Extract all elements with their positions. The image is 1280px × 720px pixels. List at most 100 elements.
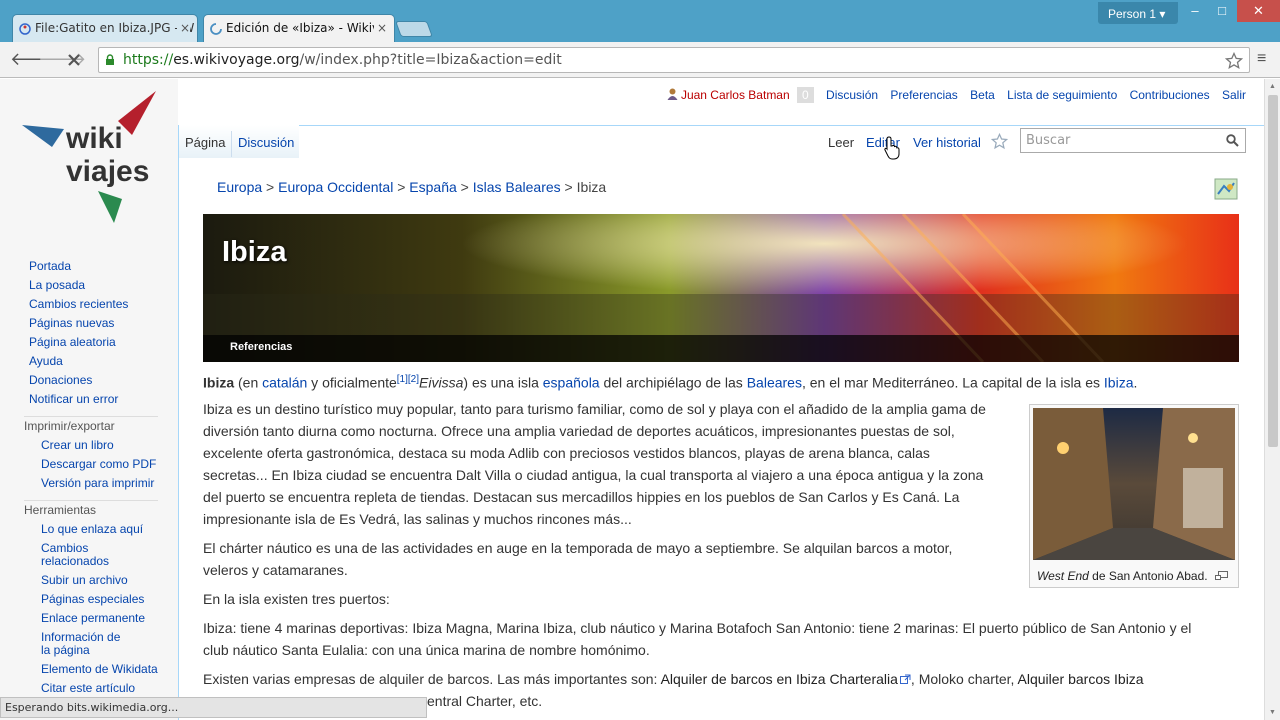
external-link-icon — [899, 674, 911, 684]
sidebar-item-paginas-nuevas[interactable]: Páginas nuevas — [0, 314, 178, 333]
breadcrumb: Europa > Europa Occidental > España > Is… — [217, 179, 607, 195]
sidebar-item-portada[interactable]: Portada — [0, 257, 178, 276]
link-charteralia[interactable]: Alquiler de barcos en Ibiza Charteralia — [661, 671, 898, 687]
sidebar-item-descargar-pdf[interactable]: Descargar como PDF — [0, 455, 178, 474]
banner-ref-bar: Referencias — [203, 335, 1239, 362]
tab-leer[interactable]: Leer — [828, 135, 854, 150]
search-icon[interactable] — [1226, 134, 1239, 147]
link-contribuciones[interactable]: Contribuciones — [1130, 88, 1210, 102]
sidebar-item-crear-libro[interactable]: Crear un libro — [0, 436, 178, 455]
breadcrumb-espana[interactable]: España — [409, 179, 456, 195]
west-end-photo[interactable] — [1033, 408, 1235, 560]
web-page: wiki viajes Portada La posada Cambios re… — [0, 79, 1264, 720]
address-bar[interactable]: https://es.wikivoyage.org/w/index.php?ti… — [98, 47, 1250, 73]
profile-name: Person 1 — [1108, 7, 1157, 21]
paragraph-puertos: En la isla existen tres puertos: — [203, 591, 390, 607]
chrome-menu-icon[interactable]: ≡ — [1257, 50, 1266, 68]
sidebar-item-cambios-recientes[interactable]: Cambios recientes — [0, 295, 178, 314]
svg-text:wiki: wiki — [65, 122, 123, 155]
scroll-down-arrow-icon[interactable]: ▼ — [1269, 709, 1276, 716]
enlarge-icon[interactable] — [1214, 571, 1228, 580]
scrollbar-thumb[interactable] — [1268, 95, 1278, 447]
banner-title: Ibiza — [222, 236, 287, 268]
status-bubble: Esperando bits.wikimedia.org... — [0, 697, 427, 718]
logo-graphic: wiki viajes — [22, 91, 156, 223]
tab-ver-historial[interactable]: Ver historial — [913, 135, 981, 150]
close-window-button[interactable]: ✕ — [1237, 0, 1280, 22]
sidebar: wiki viajes Portada La posada Cambios re… — [0, 79, 178, 720]
breadcrumb-europa[interactable]: Europa — [217, 179, 262, 195]
tab-separator — [231, 131, 232, 157]
profile-button[interactable]: Person 1 ▾ — [1098, 2, 1178, 24]
intro-paragraph: Ibiza (en catalán y oficialmente[1][2]Ei… — [203, 374, 1138, 391]
browser-titlebar: File:Gatito en Ibiza.JPG - W × Edición d… — [0, 0, 1280, 42]
wikimedia-favicon-icon — [19, 23, 31, 35]
link-beta[interactable]: Beta — [970, 88, 995, 102]
svg-text:viajes: viajes — [66, 155, 149, 188]
search-placeholder: Buscar — [1026, 133, 1071, 148]
tab-close-icon[interactable]: × — [373, 21, 387, 35]
page-banner: Ibiza Referencias — [203, 214, 1239, 362]
breadcrumb-europa-occidental[interactable]: Europa Occidental — [278, 179, 393, 195]
sidebar-item-citar-articulo[interactable]: Citar este artículo — [0, 679, 178, 698]
banner-referencias[interactable]: Referencias — [230, 341, 292, 353]
tab-gatito[interactable]: File:Gatito en Ibiza.JPG - W × — [12, 14, 198, 42]
wikiviajes-logo[interactable]: wiki viajes — [22, 91, 162, 231]
link-baleares[interactable]: Baleares — [747, 375, 802, 391]
maximize-button[interactable]: □ — [1210, 0, 1234, 22]
notifications-badge[interactable]: 0 — [797, 87, 814, 103]
sidebar-item-ayuda[interactable]: Ayuda — [0, 352, 178, 371]
page-scrollbar[interactable]: ▲ ▼ — [1264, 79, 1280, 720]
sidebar-item-wikidata[interactable]: Elemento de Wikidata — [0, 660, 178, 679]
sidebar-item-paginas-especiales[interactable]: Páginas especiales — [0, 590, 178, 609]
paragraph-charter: El chárter náutico es una de las activid… — [203, 540, 953, 578]
minimize-button[interactable]: – — [1184, 0, 1206, 22]
sidebar-item-version-imprimir[interactable]: Versión para imprimir — [0, 474, 178, 493]
stop-loading-icon[interactable] — [66, 52, 82, 68]
user-icon — [667, 88, 678, 100]
bookmark-star-icon[interactable] — [1225, 52, 1243, 70]
sidebar-item-cambios-relacionados[interactable]: Cambios relacionados — [0, 539, 140, 571]
tab-edicion-ibiza[interactable]: Edición de «Ibiza» - Wikivi × — [203, 14, 395, 42]
link-catalan[interactable]: catalán — [262, 375, 307, 391]
link-lista-seguimiento[interactable]: Lista de seguimiento — [1007, 88, 1117, 102]
tab-close-icon[interactable]: × — [176, 21, 190, 35]
breadcrumb-current: Ibiza — [576, 179, 607, 195]
loading-spinner-icon — [210, 23, 222, 35]
breadcrumb-islas-baleares[interactable]: Islas Baleares — [473, 179, 561, 195]
link-ibiza[interactable]: Ibiza — [1104, 375, 1134, 391]
sidebar-item-subir-archivo[interactable]: Subir un archivo — [0, 571, 178, 590]
sidebar-item-enlace-permanente[interactable]: Enlace permanente — [0, 609, 178, 628]
image-thumbnail: West End de San Antonio Abad. — [1029, 404, 1239, 588]
link-discusion[interactable]: Discusión — [826, 88, 878, 102]
watch-star-icon[interactable] — [991, 133, 1008, 150]
sidebar-item-lo-que-enlaza[interactable]: Lo que enlaza aquí — [0, 520, 178, 539]
tab-title: Edición de «Ibiza» - Wikivi — [226, 21, 383, 35]
sidebar-item-pagina-aleatoria[interactable]: Página aleatoria — [0, 333, 178, 352]
link-preferencias[interactable]: Preferencias — [890, 88, 957, 102]
map-icon[interactable] — [1214, 178, 1238, 200]
search-input[interactable]: Buscar — [1020, 128, 1246, 153]
hand-cursor-icon — [884, 136, 900, 160]
sidebar-item-informacion-pagina[interactable]: Información de la página — [0, 628, 130, 660]
url-text: https://es.wikivoyage.org/w/index.php?ti… — [123, 52, 562, 68]
link-alquiler-barcos-ibiza[interactable]: Alquiler barcos Ibiza — [1018, 671, 1144, 687]
browser-toolbar: 🡐 🡒 https://es.wikivoyage.org/w/index.ph… — [0, 42, 1280, 78]
sidebar-item-notificar-error[interactable]: Notificar un error — [0, 390, 178, 409]
thumbnail-caption: West End de San Antonio Abad. — [1033, 563, 1235, 583]
new-tab-button[interactable] — [395, 21, 433, 37]
tab-pagina[interactable]: Página — [185, 135, 225, 150]
scroll-up-arrow-icon[interactable]: ▲ — [1269, 83, 1276, 90]
sidebar-item-la-posada[interactable]: La posada — [0, 276, 178, 295]
sidebar-item-donaciones[interactable]: Donaciones — [0, 371, 178, 390]
lock-icon — [106, 54, 114, 65]
link-salir[interactable]: Salir — [1222, 88, 1246, 102]
ref-links[interactable]: [1][2] — [397, 374, 419, 385]
paragraph-destino: Ibiza es un destino turístico muy popula… — [203, 401, 986, 527]
tab-discusion[interactable]: Discusión — [238, 135, 294, 150]
sidebar-heading-imprimir[interactable]: Imprimir/exportar — [0, 417, 178, 436]
paragraph-marinas: Ibiza: tiene 4 marinas deportivas: Ibiza… — [203, 620, 1192, 658]
user-link[interactable]: Juan Carlos Batman — [681, 88, 790, 102]
sidebar-heading-herramientas[interactable]: Herramientas — [0, 501, 178, 520]
link-espanola[interactable]: española — [543, 375, 600, 391]
